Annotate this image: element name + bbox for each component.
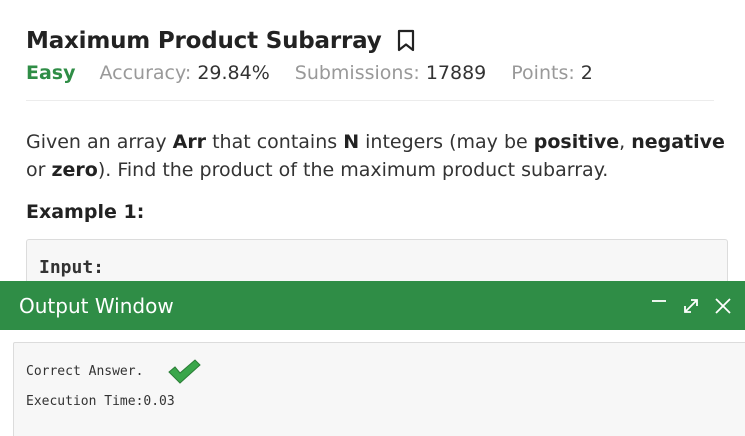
title-row: Maximum Product Subarray — [26, 28, 416, 54]
desc-bold: zero — [51, 159, 98, 181]
problem-panel: Maximum Product Subarray Easy Accuracy: … — [0, 0, 745, 299]
minimize-icon[interactable] — [649, 296, 669, 316]
window-controls — [649, 296, 733, 316]
submissions-stat: Submissions: 17889 — [295, 62, 487, 84]
result-message: Correct Answer. — [26, 364, 144, 379]
difficulty-badge: Easy — [26, 62, 76, 84]
close-icon[interactable] — [713, 296, 733, 316]
desc-text: that contains — [206, 131, 344, 153]
desc-text: ). Find the product of the maximum produ… — [97, 159, 609, 181]
accuracy-stat: Accuracy: 29.84% — [100, 62, 270, 84]
accuracy-value: 29.84% — [197, 62, 270, 84]
divider — [26, 100, 714, 101]
points-value: 2 — [580, 62, 593, 84]
accuracy-label: Accuracy: — [99, 62, 192, 84]
output-window: Output Window Correct Answer. Execution … — [0, 281, 745, 436]
desc-text: Given an array — [26, 131, 173, 153]
desc-text: , — [619, 131, 632, 153]
submissions-value: 17889 — [425, 62, 487, 84]
points-label: Points: — [511, 62, 575, 84]
execution-time: Execution Time:0.03 — [26, 394, 175, 409]
output-console: Correct Answer. Execution Time:0.03 — [13, 342, 745, 436]
output-window-header[interactable]: Output Window — [0, 281, 745, 330]
problem-description: Given an array Arr that contains N integ… — [26, 128, 726, 184]
points-stat: Points: 2 — [511, 62, 593, 84]
desc-text: or — [26, 159, 52, 181]
output-window-title: Output Window — [19, 293, 174, 318]
problem-title: Maximum Product Subarray — [26, 28, 382, 54]
check-icon — [167, 359, 201, 385]
desc-text: integers (may be — [359, 131, 534, 153]
bookmark-icon[interactable] — [396, 29, 416, 53]
expand-icon[interactable] — [681, 296, 701, 316]
example-input-label: Input: — [39, 257, 105, 278]
problem-meta: Easy Accuracy: 29.84% Submissions: 17889… — [26, 62, 618, 84]
desc-bold: positive — [533, 131, 620, 153]
submissions-label: Submissions: — [294, 62, 420, 84]
desc-bold: negative — [631, 131, 725, 153]
desc-bold: N — [343, 131, 360, 153]
desc-bold: Arr — [172, 131, 207, 153]
example-heading: Example 1: — [26, 201, 145, 223]
